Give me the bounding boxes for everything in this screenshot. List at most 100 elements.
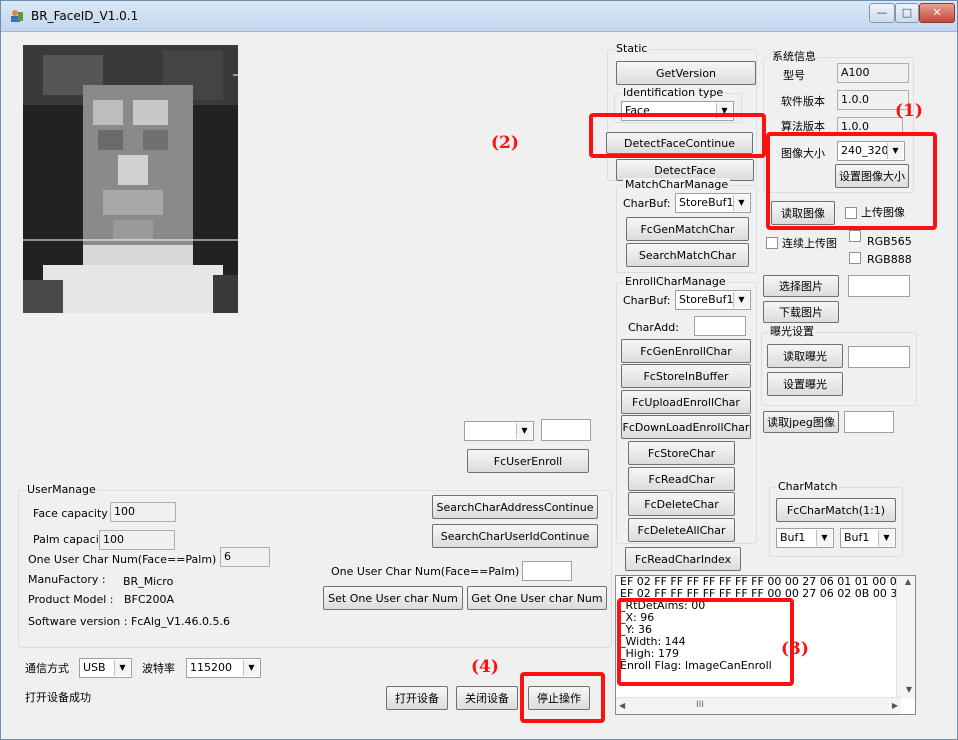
select-image-input[interactable]: [848, 275, 910, 297]
annotation-label-3: (3): [781, 639, 809, 659]
scroll-down-icon: ▼: [905, 685, 913, 694]
scroll-right-icon: ▶: [891, 701, 898, 710]
comm-mode-select[interactable]: USB ▼: [79, 658, 132, 678]
fc-download-enroll-char-button[interactable]: FcDownLoadEnrollChar: [621, 415, 751, 439]
fc-gen-enroll-char-button[interactable]: FcGenEnrollChar: [621, 339, 751, 363]
chevron-down-icon: ▼: [816, 530, 832, 546]
charadd-input[interactable]: [694, 316, 746, 336]
fc-store-char-button[interactable]: FcStoreChar: [628, 441, 735, 465]
get-one-user-char-num-button[interactable]: Get One User char Num: [467, 586, 607, 610]
maximize-button[interactable]: □: [895, 3, 919, 23]
close-device-button[interactable]: 关闭设备: [456, 686, 518, 710]
rgb565-label: RGB565: [867, 235, 912, 248]
vertical-scrollbar[interactable]: ▲ ▼: [896, 576, 915, 698]
preview-image: [23, 45, 238, 313]
one-user-char-num-label: One User Char Num(Face==Palm): [28, 553, 217, 566]
exposure-input[interactable]: [848, 346, 910, 368]
search-match-char-button[interactable]: SearchMatchChar: [626, 243, 749, 267]
char-match-title: CharMatch: [776, 480, 840, 494]
enroll-group-title: EnrollCharManage: [623, 275, 728, 289]
one-user-char-num-value: 6: [220, 547, 270, 567]
app-window: BR_FaceID_V1.0.1 — □ ✕ Static GetVersion…: [0, 0, 958, 740]
scroll-up-icon: ▲: [904, 577, 912, 586]
model-label: 型号: [783, 69, 805, 82]
annotation-box-2: [589, 113, 766, 158]
face-capacity-value: 100: [110, 502, 176, 522]
annotation-box-4: [520, 672, 605, 723]
close-button[interactable]: ✕: [919, 3, 955, 23]
search-char-userid-continue-button[interactable]: SearchCharUserIdContinue: [432, 524, 598, 548]
user-enroll-select[interactable]: ▼: [464, 421, 534, 441]
one-user-char-num-input[interactable]: [522, 561, 572, 581]
chevron-down-icon: ▼: [878, 530, 894, 546]
fc-char-match-button[interactable]: FcCharMatch(1:1): [776, 498, 896, 522]
user-manage-title: UserManage: [25, 483, 98, 497]
annotation-label-1: (1): [895, 101, 923, 121]
set-one-user-char-num-button[interactable]: Set One User char Num: [323, 586, 463, 610]
annotation-label-4: (4): [471, 657, 499, 677]
baud-rate-label: 波特率: [142, 662, 175, 675]
fc-delete-all-char-button[interactable]: FcDeleteAllChar: [628, 518, 735, 542]
camera-preview: [23, 45, 238, 313]
palm-capacity-value: 100: [99, 530, 175, 550]
scroll-left-icon: ◀: [619, 701, 626, 710]
fc-store-in-buffer-button[interactable]: FcStoreInBuffer: [621, 364, 751, 388]
get-version-button[interactable]: GetVersion: [616, 61, 756, 85]
annotation-box-3: [617, 598, 794, 686]
fc-read-char-button[interactable]: FcReadChar: [628, 467, 735, 491]
chevron-down-icon: ▼: [243, 660, 259, 676]
match-charbuf-select[interactable]: StoreBuf1 ▼: [675, 193, 751, 213]
face-capacity-label: Face capacity: [33, 507, 108, 520]
rgb888-checkbox[interactable]: [849, 252, 861, 264]
read-jpeg-input[interactable]: [844, 411, 894, 433]
search-char-address-continue-button[interactable]: SearchCharAddressContinue: [432, 495, 598, 519]
baud-rate-select[interactable]: 115200 ▼: [186, 658, 261, 678]
title-bar: BR_FaceID_V1.0.1 — □ ✕: [1, 1, 957, 32]
fc-user-enroll-button[interactable]: FcUserEnroll: [467, 449, 589, 473]
rgb565-checkbox[interactable]: [849, 230, 861, 242]
user-enroll-input[interactable]: [541, 419, 591, 441]
continuous-upload-checkbox[interactable]: [766, 237, 778, 249]
enroll-charbuf-select[interactable]: StoreBuf1 ▼: [675, 290, 751, 310]
char-match-buf-b-select[interactable]: Buf1 ▼: [840, 528, 896, 548]
status-text: 打开设备成功: [25, 691, 91, 704]
rgb888-label: RGB888: [867, 253, 912, 266]
match-charbuf-label: CharBuf:: [623, 197, 671, 210]
model-value: A100: [837, 63, 909, 83]
static-group-title: Static: [614, 42, 650, 56]
fc-gen-match-char-button[interactable]: FcGenMatchChar: [626, 217, 749, 241]
software-version-label: 软件版本: [781, 95, 825, 108]
continuous-upload-label: 连续上传图: [782, 237, 837, 250]
horizontal-scrollbar[interactable]: ◀ III ▶: [616, 697, 901, 714]
product-model-label: Product Model :: [28, 593, 114, 606]
identification-type-title: Identification type: [621, 86, 726, 100]
read-exposure-button[interactable]: 读取曝光: [767, 344, 843, 368]
fc-delete-char-button[interactable]: FcDeleteChar: [628, 492, 735, 516]
select-image-button[interactable]: 选择图片: [763, 275, 839, 297]
comm-mode-label: 通信方式: [25, 662, 69, 675]
download-image-button[interactable]: 下载图片: [763, 301, 839, 323]
software-version-label: Software version :: [28, 615, 128, 628]
chevron-down-icon: ▼: [733, 292, 749, 308]
minimize-button[interactable]: —: [869, 3, 895, 23]
fc-read-char-index-button[interactable]: FcReadCharIndex: [625, 547, 741, 571]
chevron-down-icon: ▼: [733, 195, 749, 211]
exposure-title: 曝光设置: [768, 325, 816, 339]
fc-upload-enroll-char-button[interactable]: FcUploadEnrollChar: [621, 390, 751, 414]
char-match-buf-a-select[interactable]: Buf1 ▼: [776, 528, 834, 548]
software-version-value: FcAlg_V1.46.0.5.6: [131, 615, 230, 628]
match-group-title: MatchCharManage: [623, 178, 731, 192]
product-model-value: BFC200A: [124, 593, 175, 606]
app-icon: [10, 9, 24, 23]
annotation-label-2: (2): [491, 133, 519, 153]
enroll-charbuf-label: CharBuf:: [623, 294, 671, 307]
one-user-char-num-label-2: One User Char Num(Face==Palm): [331, 565, 520, 578]
manufactory-label: ManuFactory :: [28, 573, 106, 586]
chevron-down-icon: ▼: [114, 660, 130, 676]
charadd-label: CharAdd:: [628, 321, 679, 334]
set-exposure-button[interactable]: 设置曝光: [767, 372, 843, 396]
read-jpeg-button[interactable]: 读取jpeg图像: [763, 411, 839, 433]
system-info-title: 系统信息: [770, 50, 818, 64]
scroll-grip: III: [696, 700, 704, 710]
open-device-button[interactable]: 打开设备: [386, 686, 448, 710]
